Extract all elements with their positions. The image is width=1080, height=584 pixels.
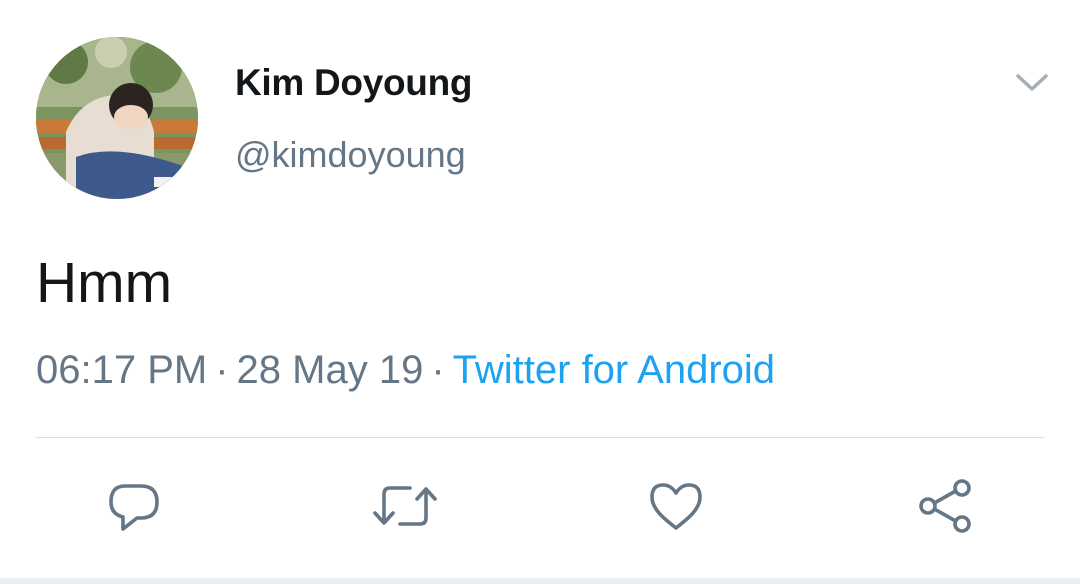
- avatar[interactable]: [36, 37, 198, 199]
- tweet-time: 06:17 PM: [36, 348, 208, 392]
- meta-separator: ·: [215, 348, 229, 392]
- tweet-source-link[interactable]: Twitter for Android: [453, 348, 775, 392]
- meta-separator: ·: [431, 348, 445, 392]
- share-icon[interactable]: [916, 478, 976, 534]
- reply-icon[interactable]: [105, 478, 165, 534]
- tweet-date: 28 May 19: [236, 348, 424, 392]
- tweet-text: Hmm: [36, 251, 173, 315]
- author-handle[interactable]: @kimdoyoung: [235, 134, 466, 176]
- divider: [36, 437, 1044, 438]
- tweet-meta: 06:17 PM · 28 May 19 · Twitter for Android: [36, 348, 775, 393]
- heart-icon[interactable]: [646, 478, 706, 534]
- bottom-edge: [0, 578, 1080, 584]
- author-display-name[interactable]: Kim Doyoung: [235, 62, 472, 104]
- retweet-icon[interactable]: [372, 478, 437, 534]
- chevron-down-icon[interactable]: [1012, 66, 1052, 98]
